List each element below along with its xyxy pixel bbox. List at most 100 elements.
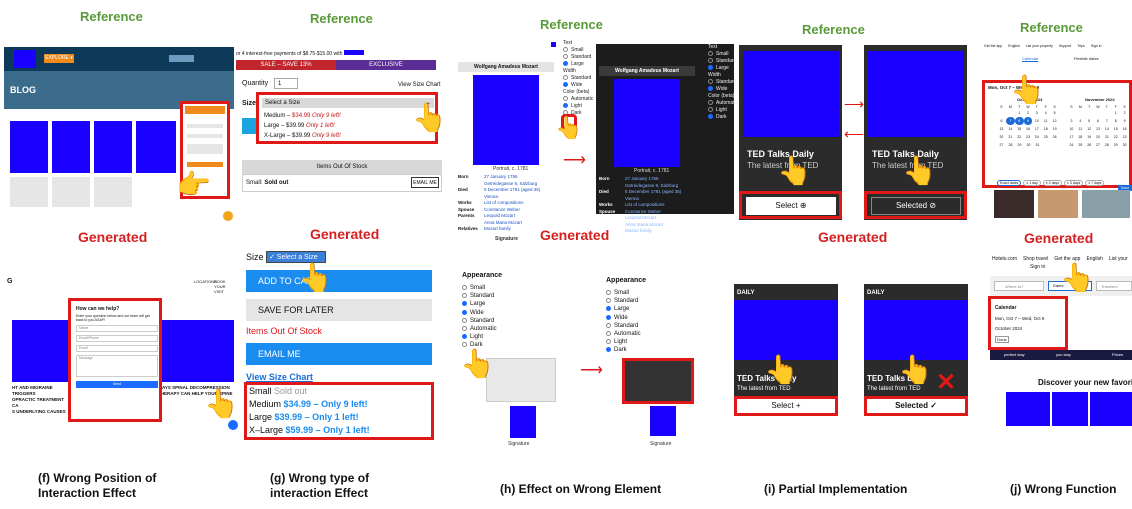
- nav-tab[interactable]: Sign in: [1091, 44, 1102, 48]
- size-select[interactable]: Select a Size ⌄: [262, 98, 434, 108]
- nav-book[interactable]: BOOK YOUR VISIT: [214, 279, 234, 294]
- appearance-option[interactable]: Automatic: [462, 325, 497, 333]
- radio-icon[interactable]: [606, 289, 611, 295]
- day-cell[interactable]: 16: [1120, 125, 1129, 133]
- tab-calendar[interactable]: Calendar: [1022, 56, 1039, 62]
- day-cell[interactable]: 4: [1041, 109, 1050, 117]
- day-cell[interactable]: 31: [1033, 141, 1042, 149]
- option-large[interactable]: Large – $39.99 Only 1 left!: [264, 123, 335, 129]
- day-cell[interactable]: 2: [1120, 109, 1129, 117]
- radio-icon[interactable]: [462, 334, 467, 340]
- sign-in-link[interactable]: Sign in: [1030, 264, 1045, 270]
- sidebar-option[interactable]: Light: [708, 107, 734, 114]
- appearance-option[interactable]: Large: [462, 300, 497, 308]
- day-cell[interactable]: 12: [1085, 125, 1094, 133]
- appearance-option[interactable]: Standard: [606, 322, 641, 330]
- infobox-value[interactable]: 5 December 1791 (aged 35): [484, 187, 540, 192]
- infobox-value[interactable]: Mozart family: [484, 226, 511, 231]
- radio-icon[interactable]: [606, 330, 611, 336]
- travelers-input[interactable]: Travelers: [1096, 281, 1132, 291]
- sidebar-option[interactable]: Automatic: [563, 96, 593, 103]
- radio-icon[interactable]: [563, 75, 568, 81]
- nav-tab[interactable]: Get the app: [984, 44, 1002, 48]
- day-cell[interactable]: 29: [1111, 141, 1120, 149]
- radio-icon[interactable]: [708, 58, 713, 64]
- chat-launcher-icon[interactable]: [228, 420, 238, 430]
- radio-icon[interactable]: [708, 86, 713, 92]
- day-cell[interactable]: 11: [1076, 125, 1085, 133]
- infobox-value[interactable]: Vienna: [484, 194, 498, 199]
- day-cell[interactable]: 19: [1050, 125, 1059, 133]
- day-cell[interactable]: 6: [1094, 117, 1103, 125]
- day-cell[interactable]: 23: [1024, 133, 1033, 141]
- day-cell[interactable]: 2: [1024, 109, 1033, 117]
- radio-icon[interactable]: [563, 82, 568, 88]
- where-input[interactable]: Where to?: [994, 281, 1044, 291]
- day-cell[interactable]: 28: [1102, 141, 1111, 149]
- appearance-option[interactable]: Light: [606, 338, 641, 346]
- view-size-chart-link[interactable]: View Size Chart: [398, 82, 441, 88]
- day-cell[interactable]: 27: [1094, 141, 1103, 149]
- day-cell[interactable]: 30: [1024, 141, 1033, 149]
- day-cell[interactable]: 25: [1076, 141, 1085, 149]
- infobox-value[interactable]: Getreidegasse 9, Salzburg: [484, 181, 537, 186]
- sidebar-option[interactable]: Standard: [708, 58, 736, 65]
- radio-icon[interactable]: [462, 309, 467, 315]
- chat-field[interactable]: [187, 124, 223, 128]
- nav-link[interactable]: Hotels.com: [992, 256, 1017, 262]
- day-cell[interactable]: 9: [1023, 117, 1033, 125]
- day-cell[interactable]: 5: [1085, 117, 1094, 125]
- day-cell[interactable]: 22: [1111, 133, 1120, 141]
- radio-icon[interactable]: [708, 114, 713, 120]
- email-field[interactable]: Email: [76, 345, 158, 352]
- explore-button[interactable]: EXPLORE ▾: [44, 54, 74, 63]
- option-large[interactable]: Large $39.99 – Only 1 left!: [249, 412, 359, 422]
- phone-field[interactable]: Email/Phone: [76, 335, 158, 342]
- name-field[interactable]: Name: [76, 325, 158, 332]
- day-cell[interactable]: 10: [1067, 125, 1076, 133]
- nav-tab[interactable]: English: [1008, 44, 1019, 48]
- radio-icon[interactable]: [563, 96, 568, 102]
- radio-icon[interactable]: [462, 342, 467, 348]
- radio-icon[interactable]: [462, 284, 467, 290]
- appearance-option[interactable]: Small: [606, 289, 641, 297]
- date-chip[interactable]: ± 7 days: [1085, 180, 1105, 186]
- date-chip[interactable]: ± 2 days: [1042, 180, 1062, 186]
- day-cell[interactable]: 14: [1102, 125, 1111, 133]
- chat-launcher-icon[interactable]: [223, 211, 233, 221]
- sidebar-option[interactable]: Standard: [563, 54, 591, 61]
- day-cell[interactable]: 26: [1050, 133, 1059, 141]
- option-medium[interactable]: Medium – $34.99 Only 9 left!: [264, 113, 341, 119]
- message-field[interactable]: Message: [76, 355, 158, 377]
- appearance-option[interactable]: Dark: [606, 346, 641, 354]
- add-to-cart-button[interactable]: ADD TO CART: [246, 270, 432, 292]
- infobox-value[interactable]: Leopold Mozart: [625, 215, 656, 220]
- day-cell[interactable]: 3: [1067, 117, 1076, 125]
- select-button[interactable]: Select +: [734, 396, 838, 416]
- day-cell[interactable]: 11: [1041, 117, 1050, 125]
- sidebar-option[interactable]: Automatic: [708, 100, 738, 107]
- appearance-option[interactable]: Wide: [606, 314, 641, 322]
- appearance-option[interactable]: Wide: [462, 309, 497, 317]
- quantity-input[interactable]: 1: [274, 78, 298, 89]
- sidebar-option[interactable]: Large: [708, 65, 734, 72]
- send-button[interactable]: Send: [76, 381, 158, 388]
- day-cell[interactable]: 1: [1111, 109, 1120, 117]
- sidebar-option[interactable]: Light: [563, 103, 583, 110]
- sidebar-option[interactable]: Small: [708, 51, 734, 58]
- option-xlarge[interactable]: X-Large – $39.99 Only 9 left!: [264, 133, 341, 139]
- infobox-value[interactable]: 27 January 1756: [625, 176, 659, 181]
- nav-tab[interactable]: Trips: [1077, 44, 1085, 48]
- add-button-partial[interactable]: [242, 118, 256, 134]
- sidebar-option[interactable]: Large: [563, 61, 584, 68]
- radio-icon[interactable]: [462, 301, 467, 307]
- nav-button[interactable]: [169, 55, 194, 62]
- day-cell[interactable]: 7: [1102, 117, 1111, 125]
- date-chip[interactable]: ± 1 day: [1023, 180, 1041, 186]
- infobox-value[interactable]: Mozart family: [625, 228, 652, 233]
- nav-tab[interactable]: Support: [1059, 44, 1071, 48]
- day-cell[interactable]: 25: [1041, 133, 1050, 141]
- radio-icon[interactable]: [563, 47, 568, 53]
- day-cell[interactable]: 19: [1085, 133, 1094, 141]
- chat-field[interactable]: [187, 144, 223, 154]
